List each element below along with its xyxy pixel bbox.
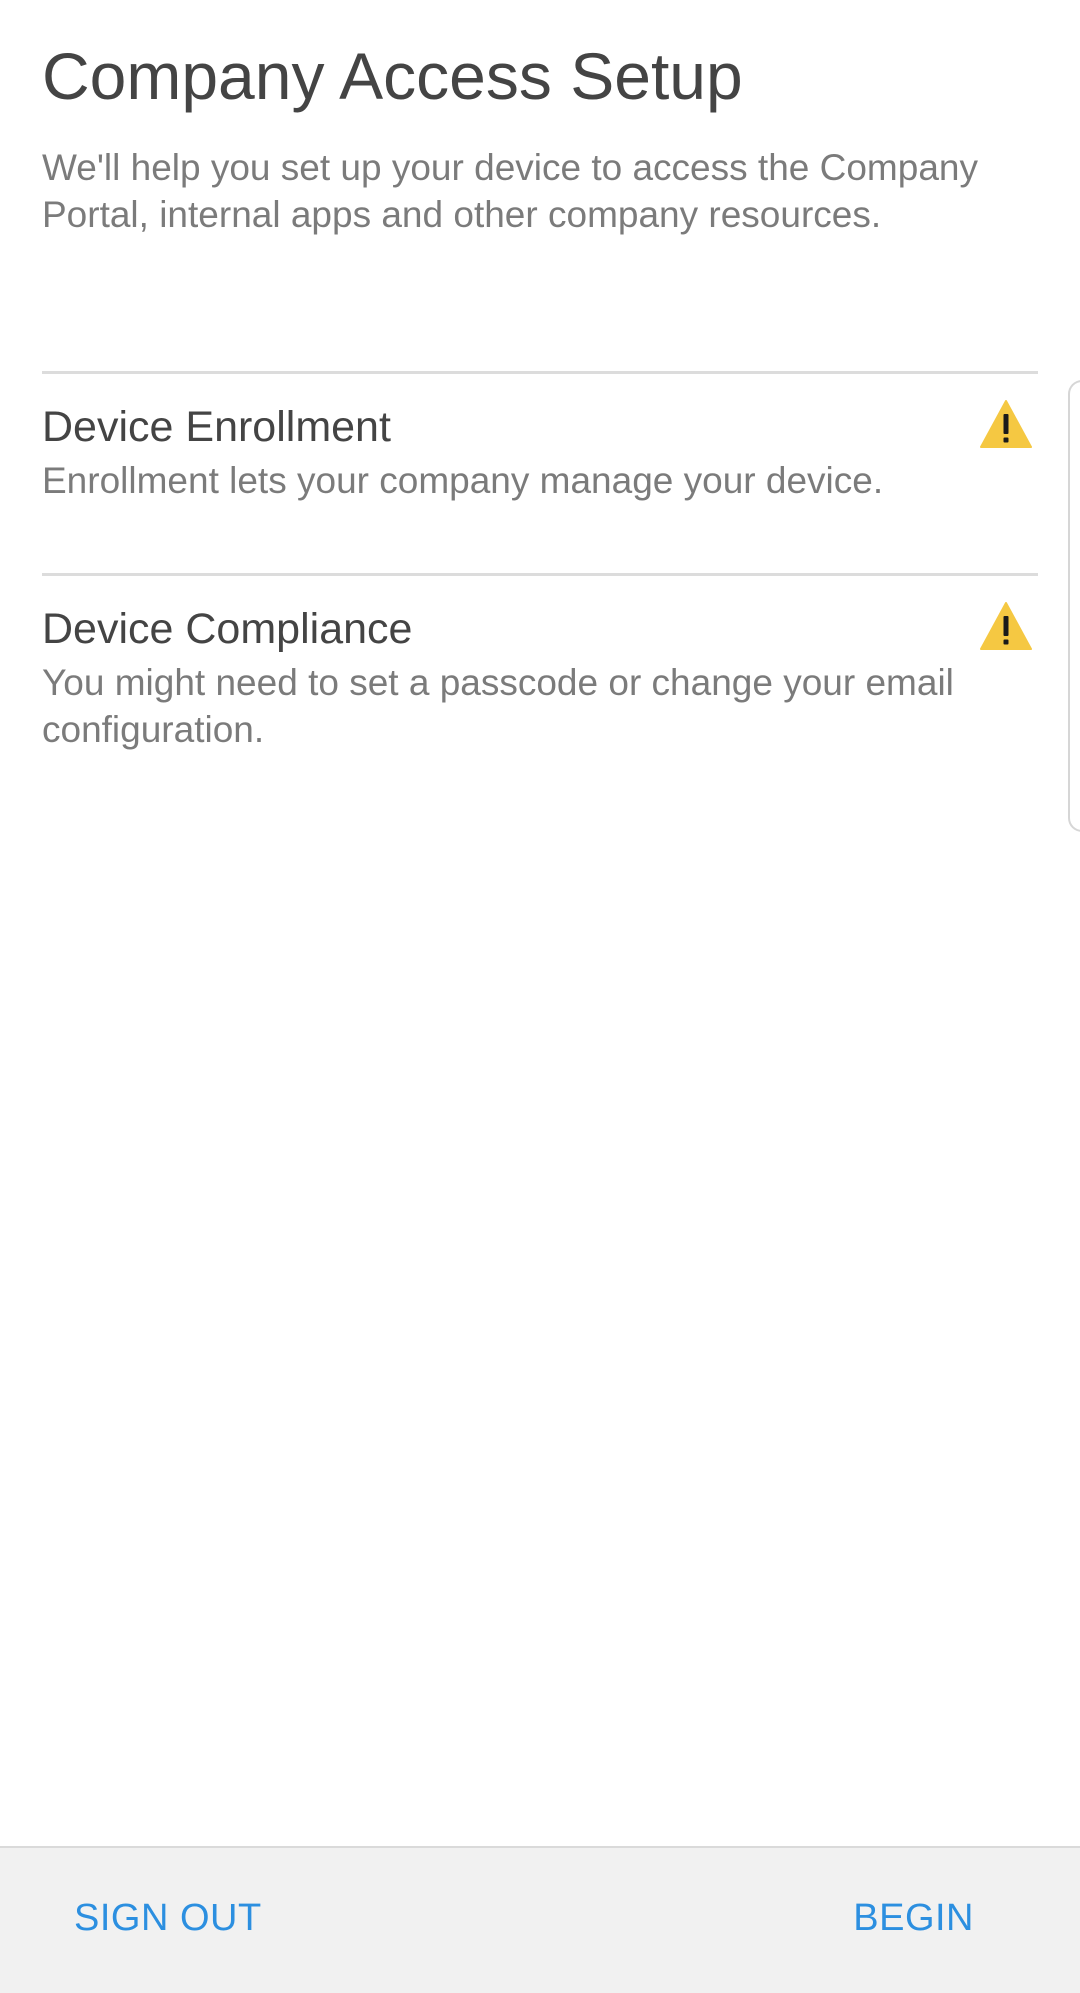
step-title: Device Enrollment xyxy=(42,403,391,451)
step-device-compliance[interactable]: Device Compliance You might need to set … xyxy=(42,601,1038,761)
warning-icon xyxy=(980,400,1032,448)
page-title: Company Access Setup xyxy=(42,39,743,113)
step-description: You might need to set a passcode or chan… xyxy=(42,662,954,750)
sign-out-button[interactable]: SIGN OUT xyxy=(74,1890,262,1946)
step-description: Enrollment lets your company manage your… xyxy=(42,460,884,501)
divider xyxy=(42,573,1038,576)
begin-button[interactable]: BEGIN xyxy=(853,1890,974,1946)
divider xyxy=(42,371,1038,374)
page-description: We'll help you set up your device to acc… xyxy=(42,147,978,235)
warning-icon xyxy=(980,602,1032,650)
step-device-enrollment[interactable]: Device Enrollment Enrollment lets your c… xyxy=(42,399,1038,539)
bottom-action-bar: SIGN OUT BEGIN xyxy=(0,1846,1080,1993)
edge-panel-handle[interactable] xyxy=(1068,380,1080,832)
step-title: Device Compliance xyxy=(42,605,413,653)
